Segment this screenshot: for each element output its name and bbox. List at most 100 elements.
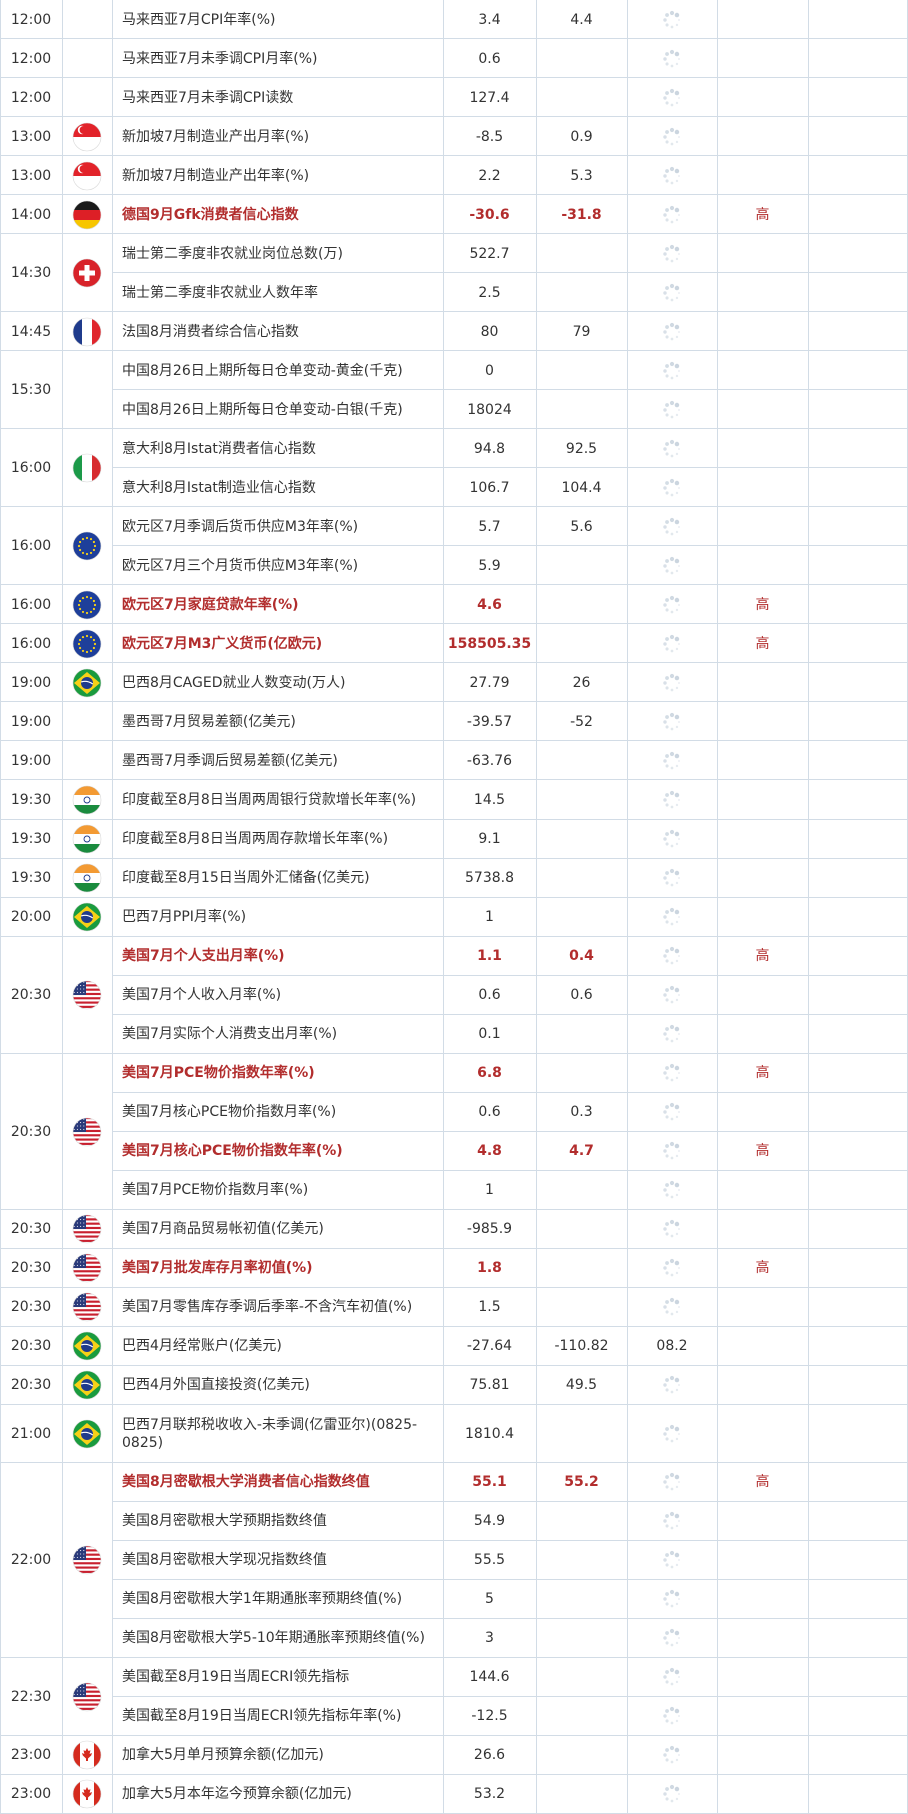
impact-level [717,1502,808,1541]
country-flag-cell [62,859,112,898]
loading-spinner-cell [627,585,717,624]
actual-value: 1.8 [477,1260,502,1277]
forecast-value: 104.4 [561,479,602,496]
actual-value: 1.1 [477,948,502,965]
loading-spinner-icon [663,1629,680,1647]
loading-spinner-icon [663,517,680,536]
country-flag-cell [62,0,112,39]
impact-level [717,390,808,429]
forecast-value [536,624,627,663]
loading-spinner-icon [663,634,680,653]
loading-spinner-icon [663,1668,680,1686]
usa-flag-icon [72,1253,102,1283]
event-name: 美国7月实际个人消费支出月率(%) [122,1026,338,1043]
forecast-value: -52 [570,713,593,730]
loading-spinner-icon [663,1103,680,1121]
impact-level: 高 [755,948,770,965]
loading-spinner-cell [627,1054,717,1093]
actual-value: 2.5 [478,284,501,301]
event-name: 墨西哥7月贸易差额(亿美元) [122,713,296,730]
loading-spinner-cell [627,273,717,312]
loading-spinner-cell [627,1697,717,1736]
actual-value: 9.1 [478,831,501,847]
event-name: 巴西8月CAGED就业人数变动(万人) [122,674,346,691]
loading-spinner-cell [627,351,717,390]
loading-spinner-icon [663,1376,680,1394]
loading-spinner-icon [663,166,680,184]
impact-level [717,1210,808,1249]
loading-spinner-cell [627,1171,717,1210]
impact-level [717,1015,808,1054]
forecast-value [536,1405,627,1463]
country-flag-cell [62,507,112,585]
loading-spinner-icon [663,439,680,458]
loading-spinner-icon [663,595,680,614]
loading-spinner-cell [627,1619,717,1658]
actual-value: -12.5 [471,1708,508,1725]
loading-spinner-cell [627,0,717,39]
forecast-value: 79 [572,323,591,340]
impact-level [717,663,808,702]
actual-value: 94.8 [473,440,506,457]
forecast-value: 49.5 [565,1377,598,1394]
impact-level [717,820,808,859]
event-time: 14:30 [10,265,52,282]
event-time: 19:00 [10,674,52,691]
loading-spinner-cell [627,1541,717,1580]
event-time: 14:00 [10,206,52,223]
actual-value: 3 [485,1630,494,1647]
event-name: 美国7月批发库存月率初值(%) [122,1260,313,1277]
actual-value: -8.5 [475,128,504,145]
event-name: 马来西亚7月CPI年率(%) [122,11,276,28]
forecast-value: 0.9 [570,128,593,145]
forecast-value [536,351,627,390]
actual-value: 27.79 [469,674,510,691]
loading-spinner-cell [627,937,717,976]
loading-spinner-cell [627,39,717,78]
event-name: 加拿大5月本年迄今预算余额(亿加元) [122,1786,352,1803]
loading-spinner-icon [663,907,680,926]
forecast-value [536,1502,627,1541]
country-flag-cell [62,39,112,78]
impact-level [717,429,808,468]
usa-flag-icon [72,1682,102,1712]
loading-spinner-icon [663,1746,680,1764]
event-name: 马来西亚7月未季调CPI读数 [122,89,294,106]
loading-spinner-icon [663,1298,680,1316]
forecast-value [536,820,627,859]
event-name: 意大利8月Istat消费者信心指数 [122,440,316,457]
country-flag-cell [62,156,112,195]
loading-spinner-cell [627,976,717,1015]
country-flag-cell [62,780,112,819]
loading-spinner-cell [627,1405,717,1463]
impact-level [717,507,808,546]
country-flag-cell [62,624,112,663]
actual-value: -30.6 [469,206,510,223]
event-name: 德国9月Gfk消费者信心指数 [122,206,299,223]
brazil-flag-icon [72,1371,102,1400]
event-time: 20:30 [10,1377,52,1394]
loading-spinner-icon [663,712,680,731]
loading-spinner-cell [627,468,717,507]
loading-spinner-icon [663,790,680,809]
actual-value: -985.9 [466,1221,513,1238]
event-time: 22:00 [10,1552,52,1569]
event-name: 瑞士第二季度非农就业人数年率 [122,284,318,301]
forecast-value [536,1249,627,1288]
impact-level [717,1541,808,1580]
event-time: 20:00 [10,909,52,926]
impact-level: 高 [755,1474,770,1491]
loading-spinner-icon [663,10,680,28]
forecast-value: 0.4 [569,948,594,965]
event-time: 20:30 [10,1338,52,1355]
france-flag-icon [72,317,102,346]
singapore-flag-icon [72,122,102,151]
event-name: 巴西4月经常账户(亿美元) [122,1338,282,1355]
loading-spinner-icon [663,673,680,692]
actual-value: 80 [480,323,499,340]
impact-level [717,1619,808,1658]
forecast-value [536,1658,627,1697]
country-flag-cell [62,195,112,234]
forecast-value: 0.6 [570,987,593,1004]
impact-level [717,1736,808,1775]
